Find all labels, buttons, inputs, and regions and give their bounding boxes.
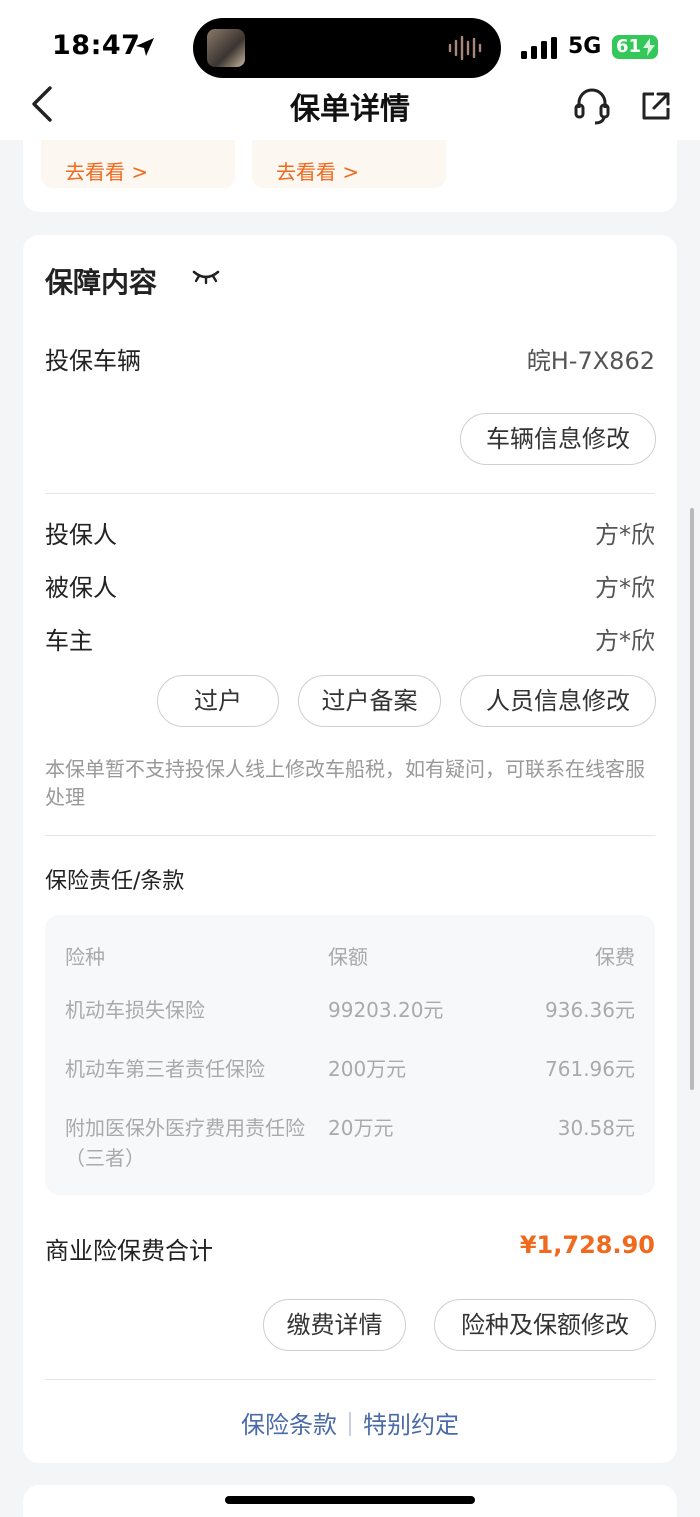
audio-wave-icon	[448, 35, 482, 61]
coverage-card: 保障内容 投保车辆 皖H-7X862 车辆信息修改 投保人 方*欣 被保人 方*…	[23, 235, 677, 1463]
applicant-value: 方*欣	[595, 521, 655, 549]
owner-label: 车主	[45, 627, 93, 655]
total-premium-label: 商业险保费合计	[45, 1237, 213, 1265]
battery-level: 61	[616, 36, 642, 57]
insured-label: 被保人	[45, 574, 117, 602]
vehicle-label: 投保车辆	[45, 347, 141, 375]
status-bar: 18:47 5G 61	[0, 0, 700, 80]
table-cell-premium: 30.58元	[557, 1116, 635, 1140]
coverage-edit-button[interactable]: 险种及保额修改	[434, 1299, 656, 1351]
payment-details-button[interactable]: 缴费详情	[263, 1299, 406, 1351]
owner-value: 方*欣	[595, 627, 655, 655]
table-cell-amount: 99203.20元	[328, 998, 444, 1022]
table-header-type: 险种	[65, 945, 105, 969]
coverage-table: 险种 保额 保费 机动车损失保险 99203.20元 936.36元 机动车第三…	[45, 915, 655, 1195]
network-type: 5G	[568, 34, 602, 59]
table-header-premium: 保费	[595, 945, 635, 969]
promo-link-1[interactable]: 去看看 >	[65, 156, 148, 185]
table-cell-type: 机动车损失保险	[65, 998, 205, 1022]
divider	[45, 835, 655, 836]
share-icon[interactable]	[640, 90, 672, 122]
table-cell-type: 附加医保外医疗费用责任险（三者）	[65, 1116, 305, 1170]
table-cell-type: 机动车第三者责任保险	[65, 1057, 265, 1081]
table-cell-premium: 936.36元	[545, 998, 635, 1022]
policy-links: 保险条款 特别约定	[23, 1405, 677, 1440]
table-cell-amount: 200万元	[328, 1057, 407, 1081]
location-arrow-icon	[136, 38, 154, 56]
table-cell-amount: 20万元	[328, 1116, 394, 1140]
tax-notice: 本保单暂不支持投保人线上修改车船税，如有疑问，可联系在线客服处理	[45, 757, 645, 809]
applicant-label: 投保人	[45, 521, 117, 549]
dynamic-island[interactable]	[193, 18, 501, 78]
signal-icon	[521, 37, 557, 59]
media-thumbnail	[207, 29, 245, 67]
battery-indicator: 61	[612, 35, 658, 59]
link-separator	[349, 1412, 351, 1436]
vehicle-plate: 皖H-7X862	[526, 347, 655, 375]
transfer-record-button[interactable]: 过户备案	[298, 675, 441, 727]
divider	[45, 493, 655, 494]
divider	[45, 1379, 655, 1380]
vehicle-edit-button[interactable]: 车辆信息修改	[460, 413, 656, 465]
total-premium-value: ¥1,728.90	[519, 1231, 655, 1259]
person-edit-button[interactable]: 人员信息修改	[460, 675, 656, 727]
terms-link[interactable]: 保险条款	[241, 1411, 337, 1439]
table-header-amount: 保额	[328, 945, 368, 969]
promo-link-2[interactable]: 去看看 >	[276, 156, 359, 185]
scrollbar[interactable]	[690, 508, 694, 1090]
section-title: 保障内容	[45, 266, 158, 299]
status-time: 18:47	[52, 30, 141, 61]
special-terms-link[interactable]: 特别约定	[363, 1411, 459, 1439]
nav-bar: 保单详情	[0, 80, 700, 140]
customer-service-icon[interactable]	[573, 86, 611, 126]
home-indicator[interactable]	[225, 1496, 475, 1504]
eye-closed-icon[interactable]	[191, 267, 221, 287]
terms-section-title: 保险责任/条款	[45, 869, 185, 894]
transfer-button[interactable]: 过户	[157, 675, 279, 727]
charging-bolt-icon	[643, 38, 655, 56]
insured-value: 方*欣	[595, 574, 655, 602]
table-cell-premium: 761.96元	[545, 1057, 635, 1081]
